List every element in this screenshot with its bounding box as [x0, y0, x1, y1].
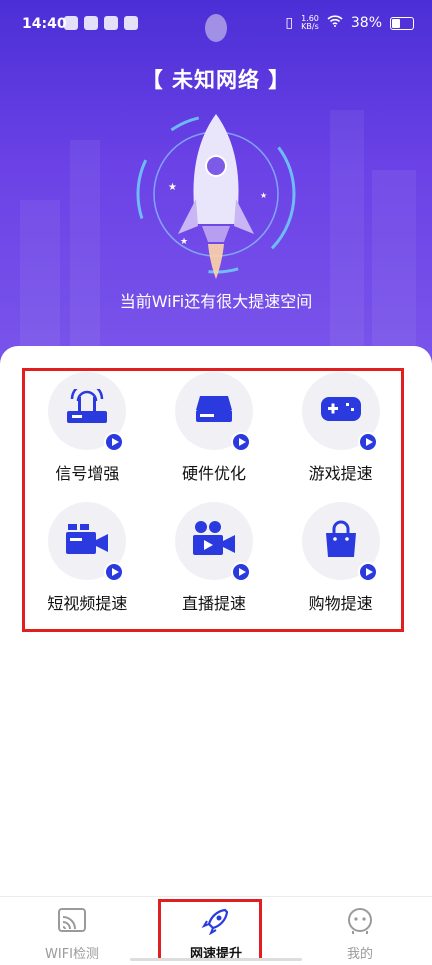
feature-icon-circle [48, 502, 127, 582]
feature-label: 信号增强 [55, 464, 120, 483]
play-icon [104, 432, 125, 452]
battery-percent: 38% [350, 15, 382, 31]
svg-text:★: ★ [168, 182, 177, 193]
tab-label: 我的 [346, 947, 373, 962]
rocket-illustration: ★ ★ ★ [126, 104, 306, 284]
feature-live-stream-boost[interactable]: 直播提速 [151, 502, 278, 614]
background-building [70, 140, 100, 370]
notification-icon [124, 16, 138, 30]
status-time: 14:40 [22, 16, 67, 32]
hardware-icon [194, 392, 234, 430]
background-building [20, 200, 60, 370]
feature-label: 游戏提速 [308, 464, 373, 483]
background-building [330, 110, 364, 370]
feature-icon-circle [301, 502, 380, 582]
background-building [372, 170, 416, 370]
feature-icon-circle [174, 502, 253, 582]
svg-text:★: ★ [260, 191, 267, 200]
shopping-bag-icon [321, 519, 361, 563]
feature-label: 短视频提速 [47, 594, 128, 613]
status-right: ▯ 1.60 KB/s 38% [285, 15, 414, 31]
video-camera-icon [64, 520, 110, 562]
feature-icon-circle [174, 372, 253, 452]
feature-label: 直播提速 [181, 594, 246, 613]
play-icon [230, 432, 251, 452]
wifi-cast-icon [57, 907, 87, 939]
play-icon [230, 562, 251, 582]
live-camera-icon [191, 519, 237, 563]
feature-game-boost[interactable]: 游戏提速 [277, 372, 404, 484]
wifi-icon [327, 15, 343, 31]
notification-icon [104, 16, 118, 30]
feature-label: 硬件优化 [181, 464, 246, 483]
tab-profile[interactable]: 我的 [288, 897, 432, 965]
play-icon [357, 432, 378, 452]
network-speed-unit: KB/s [301, 22, 319, 31]
highlight-box-active-tab [158, 899, 262, 961]
home-indicator[interactable] [130, 958, 302, 961]
notification-icon [64, 16, 78, 30]
gamepad-icon [319, 393, 363, 429]
profile-face-icon [345, 907, 375, 939]
vibrate-icon: ▯ [285, 15, 294, 31]
notification-icon [84, 16, 98, 30]
front-camera [205, 14, 227, 42]
feature-icon-circle [301, 372, 380, 452]
battery-icon [390, 16, 414, 30]
tab-label: WIFI检测 [45, 947, 99, 962]
play-icon [357, 562, 378, 582]
feature-shopping-boost[interactable]: 购物提速 [277, 502, 404, 614]
notification-icons [64, 16, 138, 30]
feature-grid: 信号增强 硬件优化 游戏提速 短视频提速 直播提速 购物提速 [24, 372, 404, 614]
feature-short-video-boost[interactable]: 短视频提速 [24, 502, 151, 614]
play-icon [104, 562, 125, 582]
tab-wifi-check[interactable]: WIFI检测 [0, 897, 144, 965]
feature-icon-circle [48, 372, 127, 452]
feature-label: 购物提速 [308, 594, 373, 613]
router-icon [64, 382, 110, 433]
speedup-hint: 当前WiFi还有很大提速空间 [119, 292, 313, 311]
network-speed: 1.60 KB/s [301, 15, 319, 31]
network-name-title: 【 未知网络 】 [141, 68, 291, 92]
svg-text:★: ★ [180, 237, 188, 247]
feature-signal-boost[interactable]: 信号增强 [24, 372, 151, 484]
feature-hardware-optimize[interactable]: 硬件优化 [151, 372, 278, 484]
